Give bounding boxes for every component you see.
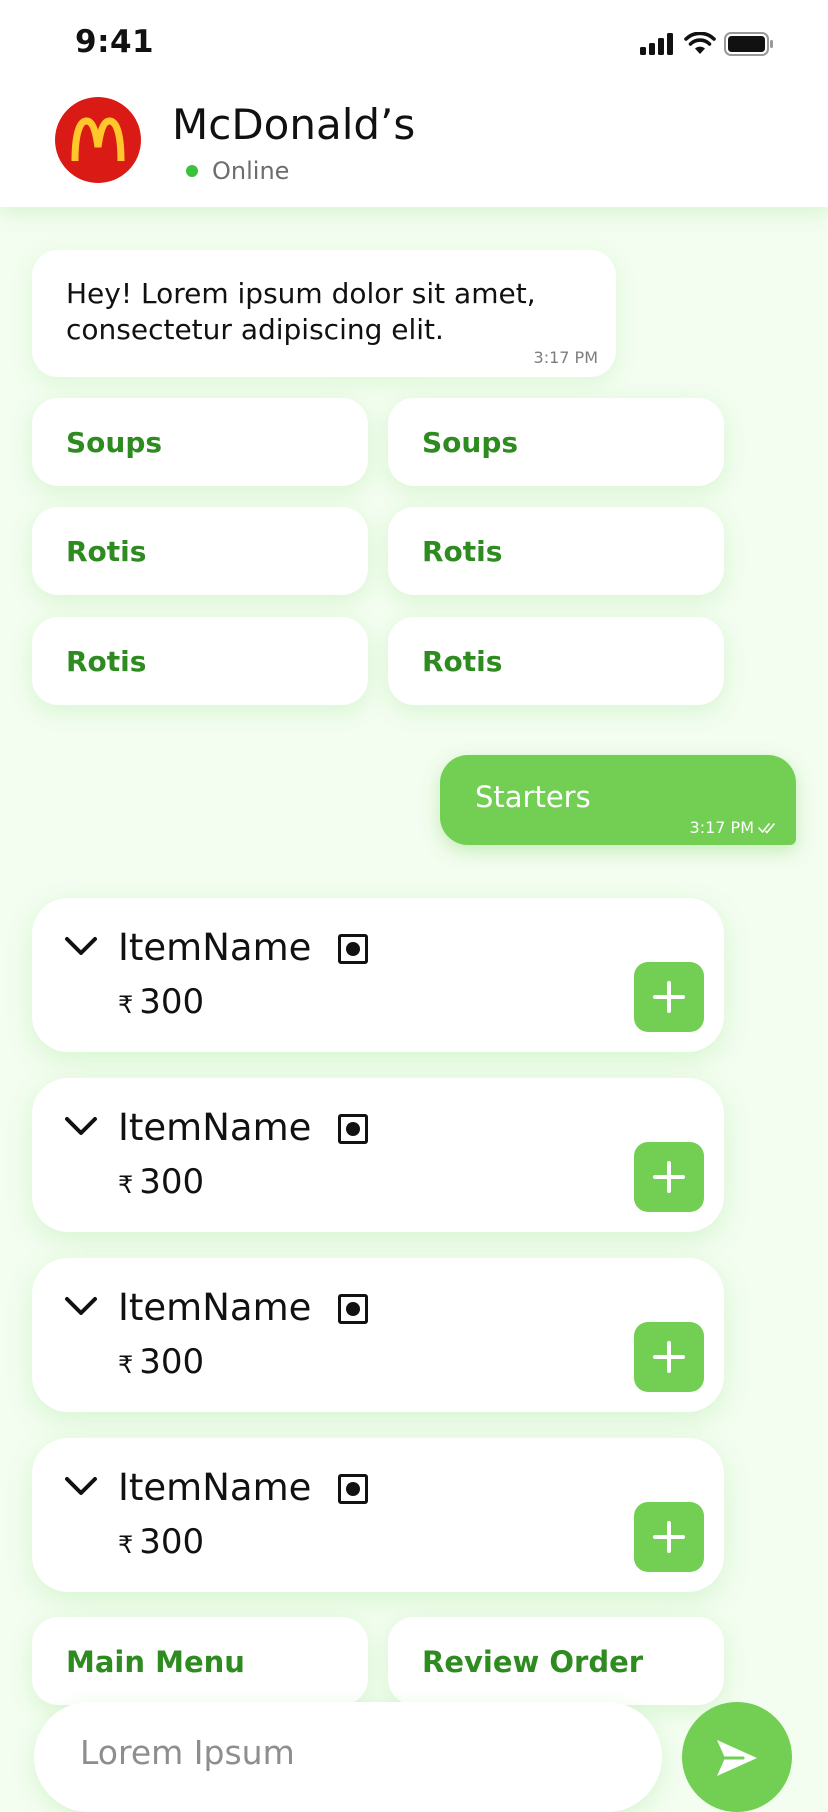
mcdonalds-logo-icon (55, 97, 141, 183)
incoming-message-bubble: Hey! Lorem ipsum dolor sit amet, consect… (32, 250, 616, 377)
currency-symbol: ₹ (118, 1171, 134, 1199)
add-item-button[interactable] (634, 1322, 704, 1392)
chevron-down-icon[interactable] (64, 936, 98, 956)
incoming-message-text: Hey! Lorem ipsum dolor sit amet, consect… (66, 277, 536, 346)
currency-symbol: ₹ (118, 991, 134, 1019)
menu-item-price: ₹ 300 (118, 1162, 204, 1202)
menu-item-price: ₹ 300 (118, 1342, 204, 1382)
price-value: 300 (139, 1342, 205, 1382)
plus-icon (653, 1341, 685, 1373)
option-rotis[interactable]: Rotis (32, 617, 368, 705)
veg-indicator-icon (338, 1474, 368, 1504)
chevron-down-icon[interactable] (64, 1476, 98, 1496)
option-rotis[interactable]: Rotis (32, 507, 368, 595)
veg-indicator-icon (338, 1114, 368, 1144)
send-button[interactable] (682, 1702, 792, 1812)
veg-indicator-icon (338, 934, 368, 964)
menu-item-card: ItemName ₹ 300 (32, 1078, 724, 1232)
veg-indicator-icon (338, 1294, 368, 1324)
status-bar-time: 9:41 (75, 24, 155, 60)
online-status-label: Online (212, 157, 290, 185)
menu-item-name: ItemName (118, 1286, 312, 1329)
menu-item-name: ItemName (118, 1106, 312, 1149)
battery-icon (724, 32, 773, 56)
plus-icon (653, 1161, 685, 1193)
double-check-icon (758, 822, 775, 833)
currency-symbol: ₹ (118, 1351, 134, 1379)
chat-title: McDonald’s (172, 100, 416, 149)
online-status: Online (186, 157, 289, 185)
chat-header: 9:41 McDonald’s Online (0, 0, 828, 207)
status-bar-icons (640, 32, 774, 56)
plus-icon (653, 1521, 685, 1553)
menu-item-card: ItemName ₹ 300 (32, 1438, 724, 1592)
plus-icon (653, 981, 685, 1013)
menu-item-price: ₹ 300 (118, 1522, 204, 1562)
menu-item-price: ₹ 300 (118, 982, 204, 1022)
message-input[interactable] (78, 1726, 642, 1778)
outgoing-message-time: 3:17 PM (689, 818, 754, 837)
send-icon (717, 1740, 757, 1776)
chevron-down-icon[interactable] (64, 1116, 98, 1136)
menu-item-name: ItemName (118, 926, 312, 969)
currency-symbol: ₹ (118, 1531, 134, 1559)
main-menu-button[interactable]: Main Menu (32, 1617, 368, 1705)
outgoing-message-meta: 3:17 PM (690, 818, 778, 837)
wifi-icon (684, 32, 716, 54)
review-order-button[interactable]: Review Order (388, 1617, 724, 1705)
chevron-down-icon[interactable] (64, 1296, 98, 1316)
online-dot (186, 165, 198, 177)
menu-item-name: ItemName (118, 1466, 312, 1509)
add-item-button[interactable] (634, 962, 704, 1032)
outgoing-message-bubble: Starters 3:17 PM (440, 755, 796, 845)
menu-item-card: ItemName ₹ 300 (32, 898, 724, 1052)
cellular-signal-icon (640, 33, 673, 55)
outgoing-message-text: Starters (475, 780, 591, 814)
option-rotis[interactable]: Rotis (388, 617, 724, 705)
price-value: 300 (139, 1522, 205, 1562)
option-soups[interactable]: Soups (32, 398, 368, 486)
option-rotis[interactable]: Rotis (388, 507, 724, 595)
option-soups[interactable]: Soups (388, 398, 724, 486)
price-value: 300 (139, 1162, 205, 1202)
add-item-button[interactable] (634, 1502, 704, 1572)
message-input-bar (34, 1702, 662, 1812)
incoming-message-time: 3:17 PM (533, 348, 598, 367)
add-item-button[interactable] (634, 1142, 704, 1212)
menu-item-card: ItemName ₹ 300 (32, 1258, 724, 1412)
price-value: 300 (139, 982, 205, 1022)
